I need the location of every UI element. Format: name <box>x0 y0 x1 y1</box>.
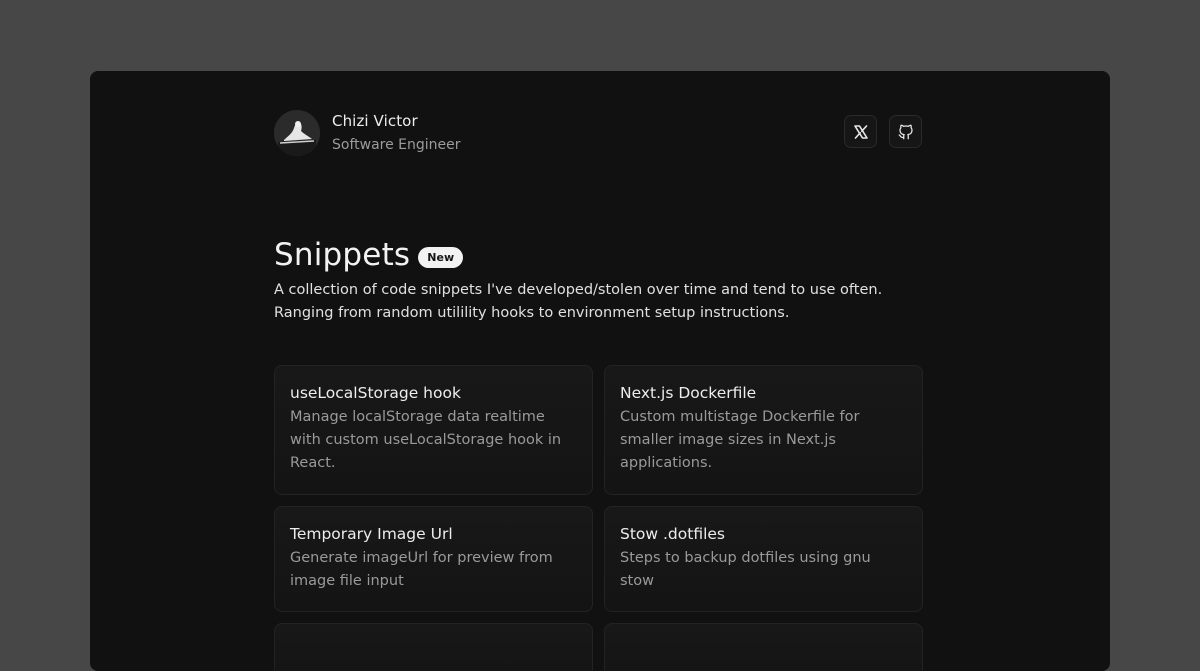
github-icon <box>898 124 913 139</box>
social-links <box>844 115 922 148</box>
page-description: A collection of code snippets I've devel… <box>274 279 922 325</box>
profile-role: Software Engineer <box>332 137 461 153</box>
snippet-grid: useLocalStorage hook Manage localStorage… <box>274 365 923 671</box>
snippet-card-nextjs-dockerfile[interactable]: Next.js Dockerfile Custom multistage Doc… <box>604 365 923 495</box>
x-link-button[interactable] <box>844 115 877 148</box>
snippet-card-temporary-image-url[interactable]: Temporary Image Url Generate imageUrl fo… <box>274 506 593 612</box>
snippet-description: Manage localStorage data realtime with c… <box>290 406 577 475</box>
x-icon <box>853 124 868 139</box>
snippet-description-line: image file input <box>290 573 404 589</box>
snippet-description-line: applications. <box>620 455 713 471</box>
snippet-description-line: stow <box>620 573 654 589</box>
snippet-description-line: Generate imageUrl for preview from <box>290 550 553 566</box>
snippet-description-line: with custom useLocalStorage hook in <box>290 432 562 448</box>
page-heading-row: Snippets New <box>274 235 922 275</box>
preview-window: Chizi Victor Software Engineer Snippets … <box>90 71 1110 671</box>
snippet-description-line: React. <box>290 455 336 471</box>
profile-header: Chizi Victor Software Engineer <box>274 109 922 157</box>
snippet-title: Next.js Dockerfile <box>620 384 757 402</box>
description-line: Ranging from random utilility hooks to e… <box>274 305 790 321</box>
snippet-description-line: smaller image sizes in Next.js <box>620 432 836 448</box>
snippet-title: Temporary Image Url <box>290 525 453 543</box>
avatar-photo-icon <box>274 110 320 156</box>
snippet-description: Custom multistage Dockerfile for smaller… <box>620 406 907 475</box>
new-badge: New <box>418 246 464 268</box>
avatar[interactable] <box>274 110 320 156</box>
profile-name: Chizi Victor <box>332 112 418 130</box>
snippet-description-line: Steps to backup dotfiles using gnu <box>620 550 871 566</box>
snippet-card-partial[interactable] <box>274 623 593 671</box>
github-link-button[interactable] <box>889 115 922 148</box>
snippet-description: Generate imageUrl for preview from image… <box>290 547 577 593</box>
snippet-description: Steps to backup dotfiles using gnu stow <box>620 547 907 593</box>
snippet-description-line: Custom multistage Dockerfile for <box>620 409 860 425</box>
snippet-card-stow-dotfiles[interactable]: Stow .dotfiles Steps to backup dotfiles … <box>604 506 923 612</box>
description-line: A collection of code snippets I've devel… <box>274 282 883 298</box>
main-content: Chizi Victor Software Engineer Snippets … <box>274 109 923 671</box>
snippet-title: useLocalStorage hook <box>290 384 461 402</box>
snippet-description-line: Manage localStorage data realtime <box>290 409 545 425</box>
snippet-card-partial[interactable] <box>604 623 923 671</box>
snippet-card-uselocalstorage[interactable]: useLocalStorage hook Manage localStorage… <box>274 365 593 495</box>
snippet-title: Stow .dotfiles <box>620 525 726 543</box>
page-title: Snippets <box>274 237 411 273</box>
